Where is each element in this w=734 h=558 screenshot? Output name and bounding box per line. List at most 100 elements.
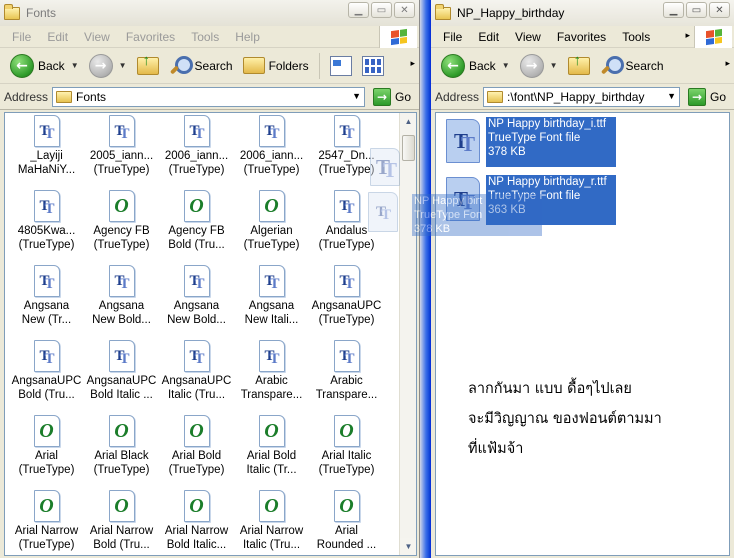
file-name-line2: (TrueType) <box>168 164 225 176</box>
toolbar-overflow-icon[interactable]: ▸ <box>725 58 730 69</box>
file-name-line2: (TrueType) <box>318 239 375 251</box>
font-file-item[interactable]: O Arial Italic (TrueType) <box>309 413 384 488</box>
font-file-item[interactable]: O Arial Narrow Bold (Tru... <box>84 488 159 555</box>
font-file-item[interactable]: TT 2006_iann... (TrueType) <box>159 113 234 188</box>
font-file-item[interactable]: O Arial Black (TrueType) <box>84 413 159 488</box>
window-title: NP_Happy_birthday <box>457 6 565 20</box>
font-file-item[interactable]: TT AngsanaUPC Italic (Tru... <box>159 338 234 413</box>
font-file-item[interactable]: O Arial Narrow (TrueType) <box>9 488 84 555</box>
minimize-button[interactable]: ▁ <box>348 2 369 18</box>
font-file-item[interactable]: TT AngsanaUPC (TrueType) <box>309 263 384 338</box>
truetype-font-icon: TT <box>442 117 482 167</box>
font-file-item[interactable]: TT 2005_iann... (TrueType) <box>84 113 159 188</box>
search-icon <box>169 55 193 77</box>
window-title: Fonts <box>26 6 57 20</box>
menu-view[interactable]: View <box>76 30 118 44</box>
menu-overflow-icon[interactable]: ▸ <box>685 30 690 41</box>
font-file-item[interactable]: TT Angsana New Itali... <box>234 263 309 338</box>
forward-button[interactable]: → ▼ <box>516 51 562 81</box>
font-file-item[interactable]: TT Arabic Transpare... <box>234 338 309 413</box>
font-file-item[interactable]: O Agency FB Bold (Tru... <box>159 188 234 263</box>
folders-button[interactable]: Folders <box>239 51 313 81</box>
menu-edit[interactable]: Edit <box>39 30 76 44</box>
font-file-item[interactable]: O Arial Rounded ... <box>309 488 384 555</box>
font-file-item[interactable]: TT Angsana New (Tr... <box>9 263 84 338</box>
search-button[interactable]: Search <box>596 51 668 81</box>
menu-tools[interactable]: Tools <box>183 30 227 44</box>
font-file-item[interactable]: O Algerian (TrueType) <box>234 188 309 263</box>
font-file-item[interactable]: TT 4805Kwa... (TrueType) <box>9 188 84 263</box>
back-button[interactable]: ← Back ▼ <box>6 51 83 81</box>
font-file-item[interactable]: TT Angsana New Bold... <box>159 263 234 338</box>
font-file-item[interactable]: TT AngsanaUPC Bold Italic ... <box>84 338 159 413</box>
menu-favorites[interactable]: Favorites <box>118 30 183 44</box>
menu-file[interactable]: File <box>435 30 470 44</box>
font-file-item[interactable]: O Arial Bold Italic (Tr... <box>234 413 309 488</box>
menu-view[interactable]: View <box>507 30 549 44</box>
font-file-item[interactable]: O Arial Bold (TrueType) <box>159 413 234 488</box>
close-button[interactable]: ✕ <box>709 2 730 18</box>
folders-icon <box>242 57 265 74</box>
font-file-item[interactable]: TT AngsanaUPC Bold (Tru... <box>9 338 84 413</box>
font-file-item[interactable]: O Arial Narrow Italic (Tru... <box>234 488 309 555</box>
title-bar[interactable]: Fonts ▁ ▭ ✕ <box>0 0 419 26</box>
font-file-item[interactable]: O Arial Narrow Bold Italic... <box>159 488 234 555</box>
dropdown-arrow-icon[interactable]: ▼ <box>352 91 361 101</box>
title-bar[interactable]: NP_Happy_birthday ▁ ▭ ✕ <box>431 0 734 26</box>
back-button[interactable]: ← Back ▼ <box>437 51 514 81</box>
maximize-button[interactable]: ▭ <box>686 2 707 18</box>
font-file-item[interactable]: TT _Layiji MaHaNiY... <box>9 113 84 188</box>
opentype-font-icon: O <box>258 415 285 447</box>
font-file-item[interactable]: O Agency FB (TrueType) <box>84 188 159 263</box>
search-icon <box>600 55 624 77</box>
maximize-button[interactable]: ▭ <box>371 2 392 18</box>
menu-favorites[interactable]: Favorites <box>549 30 614 44</box>
truetype-font-icon: TT <box>108 265 135 297</box>
up-button[interactable] <box>564 51 594 81</box>
go-button[interactable]: → Go <box>369 87 415 106</box>
file-grid: TT _Layiji MaHaNiY... TT 2005_iann... (TrueTy… <box>5 113 398 555</box>
dropdown-arrow-icon[interactable]: ▼ <box>667 91 676 101</box>
search-button[interactable]: Search <box>165 51 237 81</box>
dropdown-arrow-icon[interactable]: ▼ <box>119 61 127 70</box>
file-item-selected[interactable]: TT NP Happy birthday_i.ttf TrueType Font… <box>442 117 616 167</box>
font-file-item[interactable]: TT 2006_iann... (TrueType) <box>234 113 309 188</box>
truetype-font-icon: TT <box>108 340 135 372</box>
view-button[interactable] <box>326 51 356 81</box>
dropdown-arrow-icon[interactable]: ▼ <box>502 61 510 70</box>
truetype-font-icon: TT <box>333 115 360 147</box>
go-button[interactable]: → Go <box>684 87 730 106</box>
up-button[interactable] <box>133 51 163 81</box>
file-name-line1: Angsana <box>98 300 145 312</box>
font-file-item[interactable]: O Arial (TrueType) <box>9 413 84 488</box>
truetype-font-icon: TT <box>333 340 360 372</box>
file-name-line2: (TrueType) <box>18 464 75 476</box>
font-file-item[interactable]: TT Angsana New Bold... <box>84 263 159 338</box>
minimize-button[interactable]: ▁ <box>663 2 684 18</box>
menu-file[interactable]: File <box>4 30 39 44</box>
close-button[interactable]: ✕ <box>394 2 415 18</box>
scroll-up-icon[interactable]: ▲ <box>400 113 416 130</box>
address-input[interactable]: Fonts ▼ <box>52 86 365 107</box>
menu-edit[interactable]: Edit <box>470 30 507 44</box>
file-name-line2: New Bold... <box>92 314 151 326</box>
opentype-font-icon: O <box>333 415 360 447</box>
forward-button[interactable]: → ▼ <box>85 51 131 81</box>
scroll-down-icon[interactable]: ▼ <box>400 538 416 555</box>
toolbar-overflow-icon[interactable]: ▸ <box>410 58 415 69</box>
folder-up-icon <box>136 52 159 75</box>
file-name-line1: 2006_iann... <box>239 150 304 162</box>
folder-up-icon <box>567 52 590 75</box>
thumbnails-view-button[interactable] <box>358 51 388 81</box>
file-name-line2: (TrueType) <box>318 314 375 326</box>
dropdown-arrow-icon[interactable]: ▼ <box>71 61 79 70</box>
forward-arrow-icon: → <box>519 53 544 78</box>
menu-tools[interactable]: Tools <box>614 30 658 44</box>
dropdown-arrow-icon[interactable]: ▼ <box>550 61 558 70</box>
font-file-item[interactable]: TT Arabic Transpare... <box>309 338 384 413</box>
file-name-line2: Italic (Tru... <box>167 389 226 401</box>
drag-ghost-icon: TT <box>368 192 398 232</box>
address-value: Fonts <box>76 89 107 104</box>
menu-help[interactable]: Help <box>227 30 268 44</box>
address-input[interactable]: :\font\NP_Happy_birthday ▼ <box>483 86 680 107</box>
